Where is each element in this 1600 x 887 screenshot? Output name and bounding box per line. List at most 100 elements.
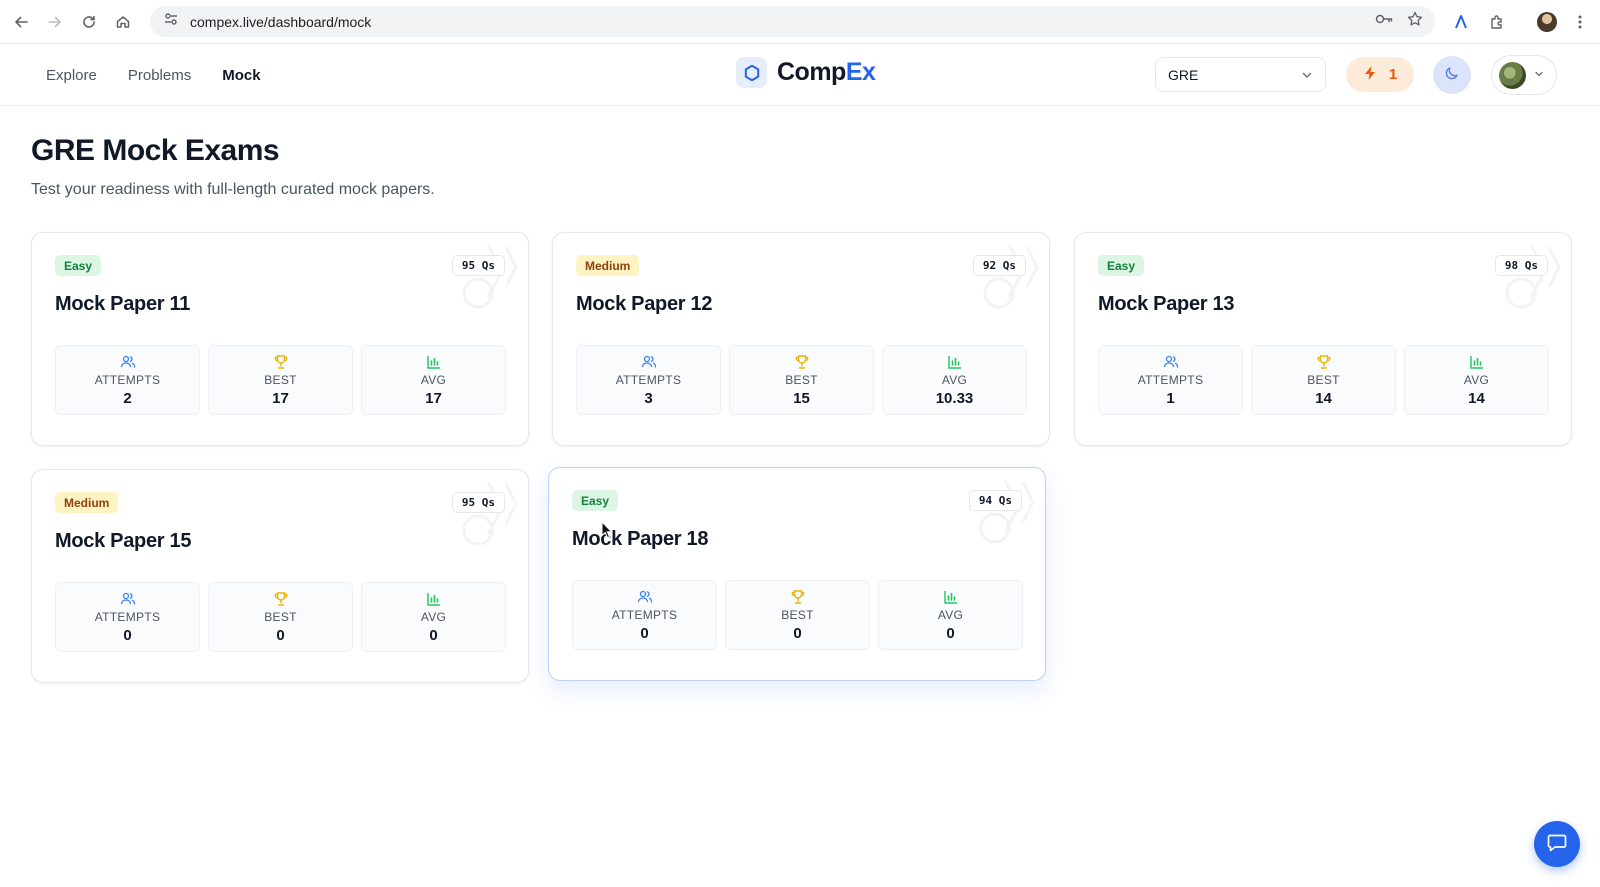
trophy-icon — [273, 591, 289, 607]
stat-label: AVG — [1463, 373, 1490, 387]
stat-value: 2 — [123, 390, 132, 407]
browser-menu-icon[interactable] — [1566, 6, 1594, 38]
card-title: Mock Paper 18 — [572, 528, 709, 550]
extension-a-icon[interactable] — [1447, 6, 1475, 38]
exam-select[interactable]: GRE — [1155, 57, 1326, 92]
stat-label: AVG — [420, 373, 447, 387]
chat-button[interactable] — [1534, 821, 1580, 867]
trophy-icon — [794, 354, 810, 370]
stat-avg: AVG 14 — [1404, 345, 1549, 415]
user-menu-button[interactable] — [1491, 55, 1557, 95]
brand-name: CompEx — [777, 58, 876, 87]
app-header: Explore Problems Mock CompEx GRE 1 — [0, 44, 1600, 106]
bar-chart-icon — [943, 589, 959, 605]
stat-value: 0 — [123, 627, 132, 644]
difficulty-badge: Easy — [1098, 255, 1145, 276]
nav-explore[interactable]: Explore — [46, 67, 97, 84]
hexagon-logo-icon — [736, 57, 767, 88]
stat-value: 14 — [1315, 390, 1332, 407]
card-title: Mock Paper 11 — [55, 293, 191, 315]
forward-icon[interactable] — [38, 5, 72, 39]
bar-chart-icon — [947, 354, 963, 370]
stat-attempts: ATTEMPTS 2 — [55, 345, 200, 415]
difficulty-badge: Easy — [572, 490, 619, 511]
stat-label: BEST — [781, 608, 814, 622]
page-title: GRE Mock Exams — [31, 134, 280, 167]
exam-select-value: GRE — [1168, 66, 1199, 83]
stat-value: 3 — [644, 390, 653, 407]
mouse-cursor-icon — [601, 520, 613, 539]
brand-logo-link[interactable]: CompEx — [736, 57, 876, 88]
stat-value: 0 — [946, 625, 955, 642]
stat-value: 0 — [276, 627, 285, 644]
nav-problems[interactable]: Problems — [128, 67, 191, 84]
nav-mock[interactable]: Mock — [222, 67, 260, 84]
address-bar[interactable]: compex.live/dashboard/mock — [150, 6, 1435, 37]
users-icon — [641, 354, 657, 370]
chat-bubble-icon — [1546, 831, 1568, 858]
stat-label: BEST — [785, 373, 818, 387]
stat-label: ATTEMPTS — [611, 608, 678, 622]
question-count-badge: 95 Qs — [451, 492, 505, 513]
difficulty-badge: Easy — [55, 255, 102, 276]
stat-best: BEST 17 — [208, 345, 353, 415]
stat-attempts: ATTEMPTS 0 — [55, 582, 200, 652]
mock-paper-card[interactable]: Easy 95 Qs Mock Paper 11 ATTEMPTS 2 BEST 17 AVG… — [31, 232, 529, 446]
question-count-badge: 94 Qs — [968, 490, 1022, 511]
bookmark-star-icon[interactable] — [1407, 11, 1423, 32]
stat-best: BEST 14 — [1251, 345, 1396, 415]
browser-profile-avatar[interactable] — [1533, 6, 1561, 38]
lightning-icon — [1363, 65, 1377, 85]
question-count-badge: 92 Qs — [972, 255, 1026, 276]
streak-button[interactable]: 1 — [1346, 57, 1414, 92]
stat-avg: AVG 17 — [361, 345, 506, 415]
brand-name-part1: Comp — [777, 58, 846, 86]
chevron-down-icon — [1534, 66, 1544, 84]
extensions-puzzle-icon[interactable] — [1483, 6, 1511, 38]
browser-toolbar: compex.live/dashboard/mock — [0, 0, 1600, 44]
stat-label: ATTEMPTS — [1137, 373, 1204, 387]
stat-value: 0 — [640, 625, 649, 642]
stat-attempts: ATTEMPTS 1 — [1098, 345, 1243, 415]
avatar — [1499, 61, 1526, 89]
users-icon — [637, 589, 653, 605]
stat-avg: AVG 0 — [361, 582, 506, 652]
stat-avg: AVG 10.33 — [882, 345, 1027, 415]
question-count-badge: 98 Qs — [1494, 255, 1548, 276]
users-icon — [120, 354, 136, 370]
card-stats: ATTEMPTS 0 BEST 0 AVG 0 — [55, 582, 506, 652]
mock-paper-card[interactable]: Easy 98 Qs Mock Paper 13 ATTEMPTS 1 BEST 14 AVG… — [1074, 232, 1572, 446]
stat-value: 14 — [1468, 390, 1485, 407]
streak-count: 1 — [1388, 66, 1398, 83]
difficulty-badge: Medium — [576, 255, 640, 276]
moon-icon — [1444, 65, 1460, 86]
stat-attempts: ATTEMPTS 0 — [572, 580, 717, 650]
password-key-icon[interactable] — [1375, 12, 1393, 31]
trophy-icon — [1316, 354, 1332, 370]
stat-label: AVG — [937, 608, 964, 622]
card-stats: ATTEMPTS 1 BEST 14 AVG 14 — [1098, 345, 1549, 415]
home-icon[interactable] — [106, 5, 140, 39]
stat-value: 1 — [1166, 390, 1175, 407]
browser-nav-buttons — [4, 5, 140, 39]
chevron-down-icon — [1301, 68, 1313, 84]
stat-best: BEST 0 — [725, 580, 870, 650]
page-subtitle: Test your readiness with full-length cur… — [31, 181, 435, 198]
mock-paper-card[interactable]: Medium 95 Qs Mock Paper 15 ATTEMPTS 0 BEST 0 AV… — [31, 469, 529, 683]
reload-icon[interactable] — [72, 5, 106, 39]
mock-paper-card[interactable]: Medium 92 Qs Mock Paper 12 ATTEMPTS 3 BEST 15 A… — [552, 232, 1050, 446]
url-text[interactable]: compex.live/dashboard/mock — [190, 14, 371, 30]
stat-label: BEST — [1307, 373, 1340, 387]
stat-label: AVG — [420, 610, 447, 624]
mock-paper-card[interactable]: Easy 94 Qs Mock Paper 18 ATTEMPTS 0 BEST 0 AVG 0 — [548, 467, 1046, 681]
stat-label: AVG — [941, 373, 968, 387]
back-icon[interactable] — [4, 5, 38, 39]
users-icon — [120, 591, 136, 607]
trophy-icon — [273, 354, 289, 370]
site-settings-icon[interactable] — [164, 12, 178, 31]
theme-toggle-button[interactable] — [1433, 56, 1471, 94]
card-title: Mock Paper 15 — [55, 530, 192, 552]
main-nav: Explore Problems Mock — [46, 44, 261, 106]
stat-label: BEST — [264, 610, 297, 624]
stat-value: 17 — [272, 390, 289, 407]
